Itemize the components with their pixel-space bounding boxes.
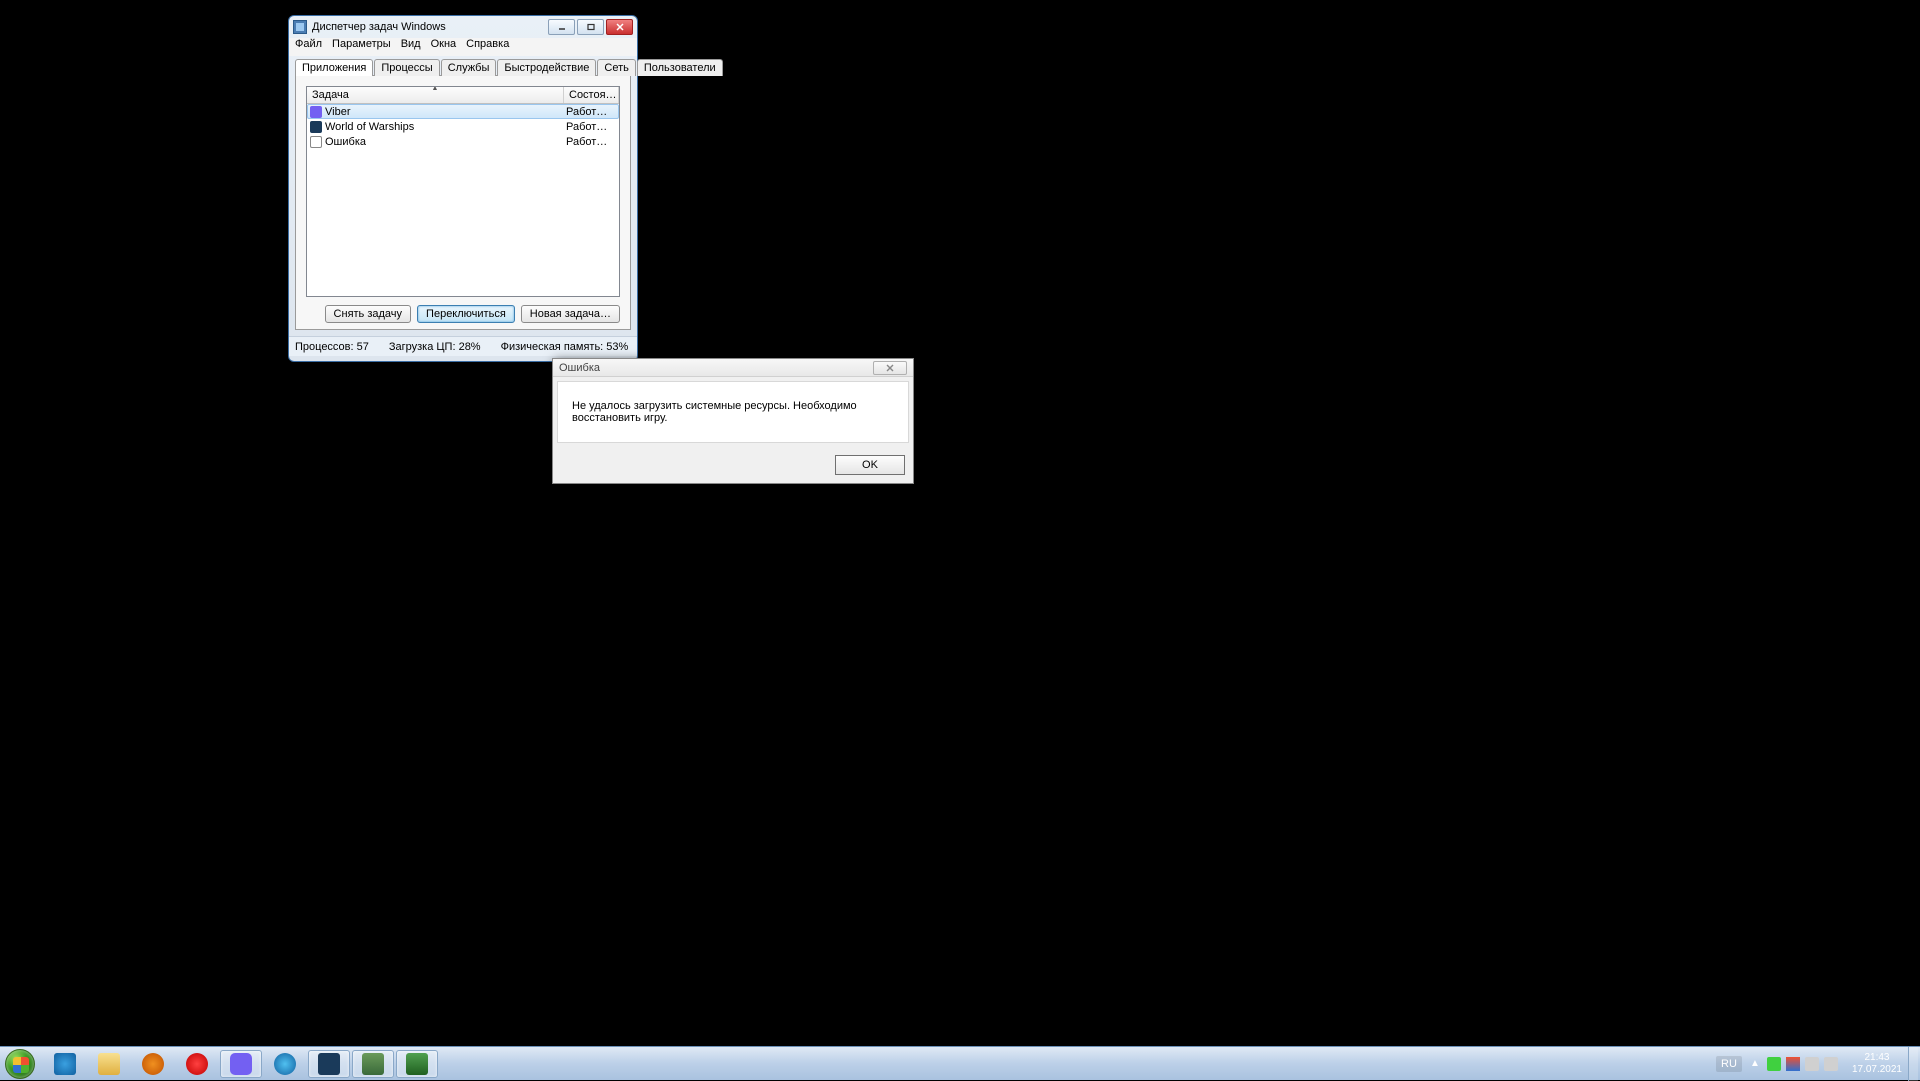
column-task[interactable]: Задача ▲ <box>307 87 564 103</box>
maximize-button[interactable] <box>577 19 604 35</box>
list-item[interactable]: World of Warships Работ… <box>307 119 619 134</box>
tab-services[interactable]: Службы <box>441 59 497 76</box>
error-ok-button[interactable]: OK <box>835 455 905 475</box>
error-dialog: Ошибка Не удалось загрузить системные ре… <box>552 358 914 484</box>
menu-help[interactable]: Справка <box>466 38 509 56</box>
wmp-icon <box>142 1053 164 1075</box>
tab-performance[interactable]: Быстродействие <box>497 59 596 76</box>
folder-icon <box>98 1053 120 1075</box>
list-body: Viber Работ… World of Warships Работ… Ош… <box>307 104 619 149</box>
window-icon <box>310 136 322 148</box>
error-titlebar[interactable]: Ошибка <box>553 359 913 377</box>
taskbar-item-ie[interactable] <box>44 1050 86 1078</box>
tab-users[interactable]: Пользователи <box>637 59 723 76</box>
task-state: Работ… <box>566 136 616 148</box>
task-name: World of Warships <box>325 121 566 133</box>
list-item[interactable]: Viber Работ… <box>307 104 619 119</box>
tray-status-icon[interactable] <box>1767 1057 1781 1071</box>
tab-strip: Приложения Процессы Службы Быстродействи… <box>295 58 631 75</box>
tray-overflow-button[interactable]: ▲ <box>1748 1057 1762 1071</box>
taskbar-item-wows[interactable] <box>308 1050 350 1078</box>
task-state: Работ… <box>566 106 616 118</box>
clock-date: 17.07.2021 <box>1852 1064 1902 1076</box>
viber-icon <box>230 1053 252 1075</box>
error-title: Ошибка <box>559 362 873 374</box>
network-icon[interactable] <box>1805 1057 1819 1071</box>
taskbar-clock[interactable]: 21:43 17.07.2021 <box>1846 1052 1908 1076</box>
language-indicator[interactable]: RU <box>1716 1056 1742 1072</box>
resource-monitor-icon <box>406 1053 428 1075</box>
taskmgr-icon <box>293 20 307 34</box>
taskbar-items <box>44 1047 438 1080</box>
status-bar: Процессов: 57 Загрузка ЦП: 28% Физическа… <box>289 336 637 356</box>
taskbar-item-explorer[interactable] <box>88 1050 130 1078</box>
opera-icon <box>186 1053 208 1075</box>
taskbar-item-taskmgr[interactable] <box>352 1050 394 1078</box>
taskbar-item-wmp[interactable] <box>132 1050 174 1078</box>
taskbar-item-resource-monitor[interactable] <box>396 1050 438 1078</box>
map-icon <box>274 1053 296 1075</box>
titlebar[interactable]: Диспетчер задач Windows <box>289 16 637 38</box>
system-tray: RU ▲ 21:43 17.07.2021 <box>1716 1047 1920 1080</box>
task-name: Viber <box>325 106 566 118</box>
button-row: Снять задачу Переключиться Новая задача… <box>306 305 620 323</box>
viber-icon <box>310 106 322 118</box>
tab-panel: Задача ▲ Состоя… Viber Работ… World of W… <box>295 75 631 330</box>
list-header: Задача ▲ Состоя… <box>307 87 619 104</box>
task-manager-window: Диспетчер задач Windows Файл Параметры В… <box>288 15 638 362</box>
action-center-icon[interactable] <box>1786 1057 1800 1071</box>
menubar: Файл Параметры Вид Окна Справка <box>289 38 637 56</box>
close-button[interactable] <box>606 19 633 35</box>
task-name: Ошибка <box>325 136 566 148</box>
wows-icon <box>310 121 322 133</box>
end-task-button[interactable]: Снять задачу <box>325 305 412 323</box>
menu-options[interactable]: Параметры <box>332 38 391 56</box>
column-task-label: Задача <box>312 89 349 101</box>
error-close-button[interactable] <box>873 361 907 375</box>
tab-network[interactable]: Сеть <box>597 59 635 76</box>
tab-applications[interactable]: Приложения <box>295 59 373 76</box>
volume-icon[interactable] <box>1824 1057 1838 1071</box>
ie-icon <box>54 1053 76 1075</box>
task-list: Задача ▲ Состоя… Viber Работ… World of W… <box>306 86 620 297</box>
switch-to-button[interactable]: Переключиться <box>417 305 515 323</box>
taskbar-item-maps[interactable] <box>264 1050 306 1078</box>
clock-time: 21:43 <box>1852 1052 1902 1064</box>
windows-logo-icon <box>5 1049 35 1079</box>
window-title: Диспетчер задач Windows <box>312 21 548 33</box>
status-memory: Физическая память: 53% <box>501 341 629 353</box>
wows-icon <box>318 1053 340 1075</box>
column-state[interactable]: Состоя… <box>564 87 619 103</box>
sort-indicator-icon: ▲ <box>432 86 439 92</box>
error-footer: OK <box>553 447 913 483</box>
menu-windows[interactable]: Окна <box>431 38 457 56</box>
taskbar-item-opera[interactable] <box>176 1050 218 1078</box>
list-item[interactable]: Ошибка Работ… <box>307 134 619 149</box>
tab-processes[interactable]: Процессы <box>374 59 439 76</box>
new-task-button[interactable]: Новая задача… <box>521 305 620 323</box>
taskmgr-icon <box>362 1053 384 1075</box>
status-cpu: Загрузка ЦП: 28% <box>389 341 481 353</box>
error-message: Не удалось загрузить системные ресурсы. … <box>557 381 909 443</box>
task-state: Работ… <box>566 121 616 133</box>
taskbar: RU ▲ 21:43 17.07.2021 <box>0 1046 1920 1080</box>
menu-view[interactable]: Вид <box>401 38 421 56</box>
menu-file[interactable]: Файл <box>295 38 322 56</box>
status-processes: Процессов: 57 <box>295 341 369 353</box>
minimize-button[interactable] <box>548 19 575 35</box>
taskbar-item-viber[interactable] <box>220 1050 262 1078</box>
show-desktop-button[interactable] <box>1908 1047 1918 1081</box>
start-button[interactable] <box>0 1047 40 1081</box>
tray-icons: ▲ <box>1748 1057 1838 1071</box>
